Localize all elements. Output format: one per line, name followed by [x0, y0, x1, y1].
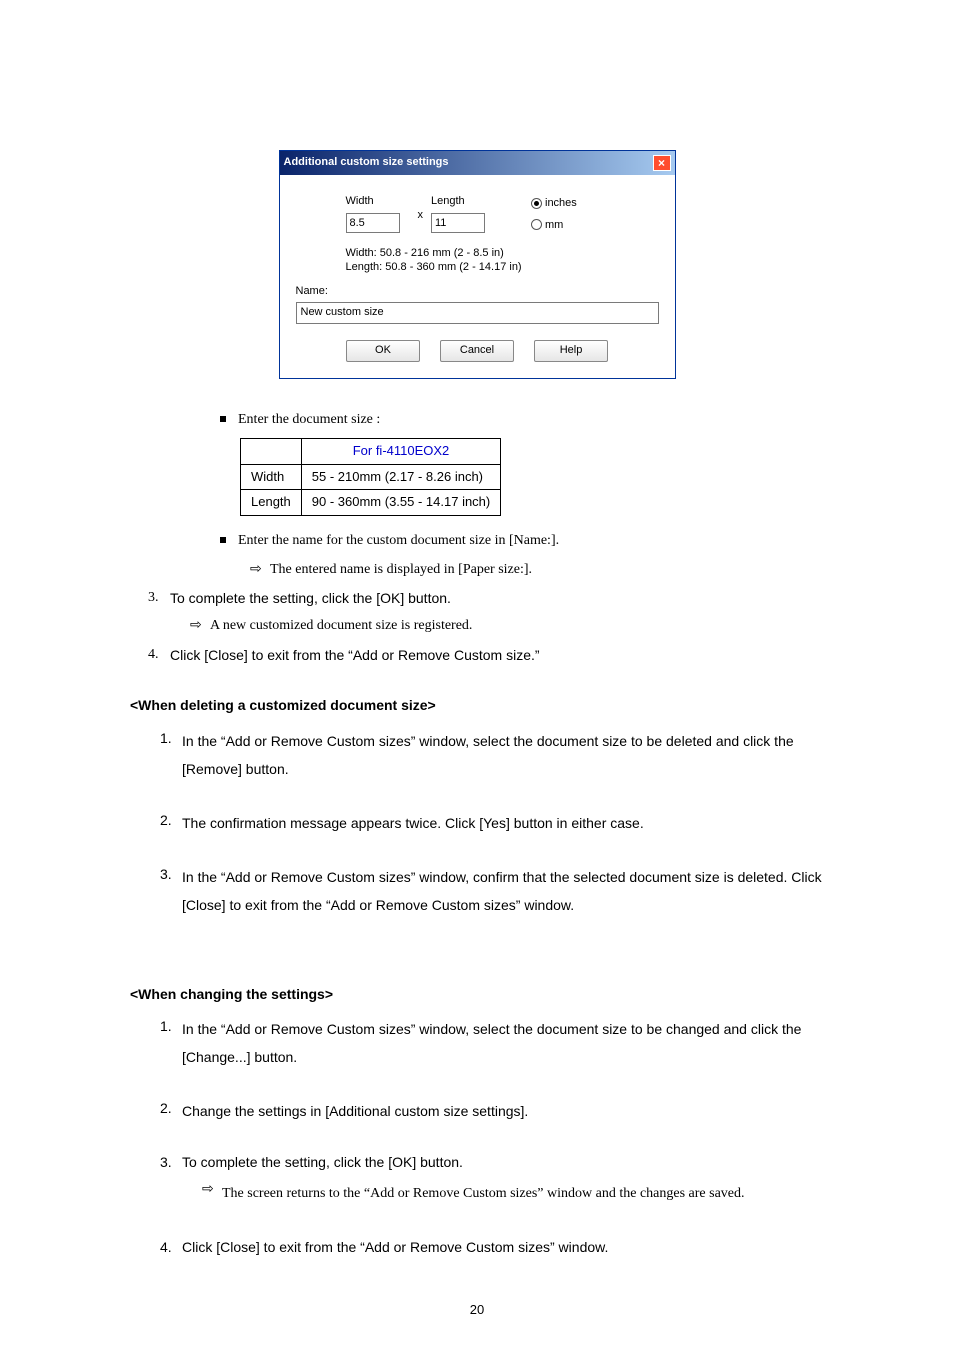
range-text: Width: 50.8 - 216 mm (2 - 8.5 in) Length…: [346, 246, 659, 275]
delete-step-2: 2. The confirmation message appears twic…: [160, 809, 824, 837]
delete-step-3: 3. In the “Add or Remove Custom sizes” w…: [160, 863, 824, 919]
section-delete-title: <When deleting a customized document siz…: [130, 694, 824, 716]
step-4: 4. Click [Close] to exit from the “Add o…: [148, 644, 824, 666]
dialog-window: Additional custom size settings × Width …: [279, 150, 676, 379]
square-bullet-icon: [220, 416, 226, 422]
table-header-row: For fi-4110EOX2: [241, 438, 501, 464]
width-label: Width: [346, 193, 400, 211]
radio-inches[interactable]: inches: [531, 195, 577, 213]
arrow-icon: ⇨: [190, 615, 210, 637]
dimension-row: Width 8.5 x Length 11 inches mm: [346, 193, 659, 238]
step-number: 3.: [148, 587, 170, 609]
dialog-screenshot: Additional custom size settings × Width …: [130, 150, 824, 379]
step-3-result: ⇨ A new customized document size is regi…: [190, 615, 824, 637]
ok-button[interactable]: OK: [346, 340, 420, 362]
bullet-enter-name-text: Enter the name for the custom document s…: [238, 530, 824, 552]
page: Additional custom size settings × Width …: [0, 0, 954, 1351]
arrow-name-result-text: The entered name is displayed in [Paper …: [270, 559, 824, 581]
change-step-3-result-text: The screen returns to the “Add or Remove…: [222, 1179, 824, 1210]
radio-inches-label: inches: [545, 197, 577, 209]
change-step-3-text: To complete the setting, click the [OK] …: [182, 1151, 824, 1173]
change-step-2-text: Change the settings in [Additional custo…: [182, 1097, 824, 1125]
change-step-3: 3. To complete the setting, click the [O…: [160, 1151, 824, 1173]
delete-step-2-text: The confirmation message appears twice. …: [182, 809, 824, 837]
table-header: For fi-4110EOX2: [301, 438, 500, 464]
step-number: 2.: [160, 809, 182, 837]
name-label: Name:: [296, 283, 659, 301]
table-row: Width 55 - 210mm (2.17 - 8.26 inch): [241, 464, 501, 490]
step-number: 1.: [160, 727, 182, 783]
step-number: 3.: [160, 863, 182, 919]
dialog-titlebar: Additional custom size settings ×: [280, 151, 675, 175]
delete-step-3-text: In the “Add or Remove Custom sizes” wind…: [182, 863, 824, 919]
change-step-1-text: In the “Add or Remove Custom sizes” wind…: [182, 1015, 824, 1071]
change-step-3-result: ⇨ The screen returns to the “Add or Remo…: [202, 1179, 824, 1210]
step-number: 4.: [160, 1236, 182, 1258]
bullet-enter-size-text: Enter the document size :: [238, 409, 824, 431]
arrow-icon: ⇨: [202, 1179, 222, 1210]
body-content: Enter the document size : For fi-4110EOX…: [130, 409, 824, 1258]
size-table-wrap: For fi-4110EOX2 Width 55 - 210mm (2.17 -…: [240, 438, 824, 516]
help-button[interactable]: Help: [534, 340, 608, 362]
section-change-title: <When changing the settings>: [130, 983, 824, 1005]
width-column: Width 8.5: [346, 193, 400, 233]
step-3: 3. To complete the setting, click the [O…: [148, 587, 824, 609]
delete-step-1: 1. In the “Add or Remove Custom sizes” w…: [160, 727, 824, 783]
square-bullet-icon: [220, 537, 226, 543]
close-icon[interactable]: ×: [653, 155, 671, 171]
table-row-value: 90 - 360mm (3.55 - 14.17 inch): [301, 490, 500, 516]
size-table: For fi-4110EOX2 Width 55 - 210mm (2.17 -…: [240, 438, 501, 516]
step-number: 1.: [160, 1015, 182, 1071]
arrow-name-result: ⇨ The entered name is displayed in [Pape…: [250, 559, 824, 581]
dialog-title: Additional custom size settings: [284, 154, 449, 172]
dialog-body: Width 8.5 x Length 11 inches mm Width: 5…: [280, 175, 675, 378]
page-number: 20: [0, 1300, 954, 1321]
bullet-enter-size: Enter the document size :: [220, 409, 824, 431]
change-step-4-text: Click [Close] to exit from the “Add or R…: [182, 1236, 824, 1258]
length-label: Length: [431, 193, 485, 211]
bullet-enter-name: Enter the name for the custom document s…: [220, 530, 824, 552]
range-width: Width: 50.8 - 216 mm (2 - 8.5 in): [346, 246, 659, 260]
change-step-4: 4. Click [Close] to exit from the “Add o…: [160, 1236, 824, 1258]
length-column: Length 11: [431, 193, 485, 233]
name-input[interactable]: New custom size: [296, 302, 659, 324]
arrow-icon: ⇨: [250, 559, 270, 581]
length-input[interactable]: 11: [431, 213, 485, 233]
step-3-result-text: A new customized document size is regist…: [210, 615, 824, 637]
cancel-button[interactable]: Cancel: [440, 340, 514, 362]
delete-step-1-text: In the “Add or Remove Custom sizes” wind…: [182, 727, 824, 783]
step-number: 2.: [160, 1097, 182, 1125]
change-step-1: 1. In the “Add or Remove Custom sizes” w…: [160, 1015, 824, 1071]
x-separator: x: [418, 207, 424, 225]
table-row-label: Length: [241, 490, 302, 516]
range-length: Length: 50.8 - 360 mm (2 - 14.17 in): [346, 260, 659, 274]
step-4-text: Click [Close] to exit from the “Add or R…: [170, 644, 824, 666]
table-row: Length 90 - 360mm (3.55 - 14.17 inch): [241, 490, 501, 516]
step-3-text: To complete the setting, click the [OK] …: [170, 587, 824, 609]
table-row-label: Width: [241, 464, 302, 490]
dialog-buttons: OK Cancel Help: [296, 340, 659, 362]
change-step-2: 2. Change the settings in [Additional cu…: [160, 1097, 824, 1125]
radio-mm[interactable]: mm: [531, 217, 577, 235]
width-input[interactable]: 8.5: [346, 213, 400, 233]
radio-mm-label: mm: [545, 219, 563, 231]
close-icon-glyph: ×: [658, 158, 665, 168]
unit-radios: inches mm: [531, 195, 577, 238]
step-number: 4.: [148, 644, 170, 666]
table-empty-cell: [241, 438, 302, 464]
step-number: 3.: [160, 1151, 182, 1173]
table-row-value: 55 - 210mm (2.17 - 8.26 inch): [301, 464, 500, 490]
